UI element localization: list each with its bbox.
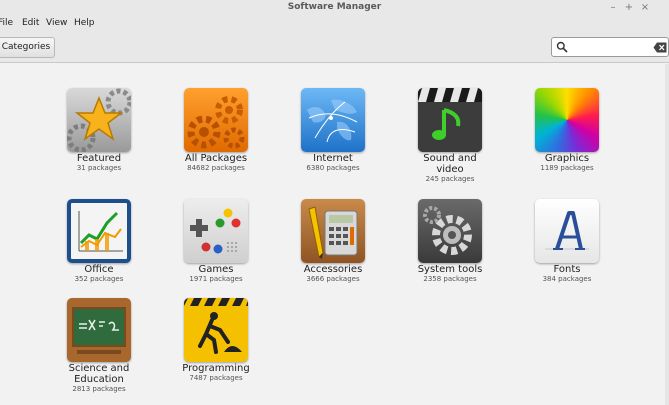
package-count: 384 packages xyxy=(542,275,592,283)
search-icon xyxy=(556,41,568,53)
minimize-icon[interactable]: – xyxy=(607,1,619,14)
gamepad-icon xyxy=(184,199,248,263)
color-wheel-icon xyxy=(535,88,599,152)
menu-file[interactable]: File xyxy=(0,18,13,28)
category-name: Games xyxy=(198,264,234,275)
category-name: Graphics xyxy=(544,153,590,164)
clear-search-icon[interactable] xyxy=(653,42,667,53)
music-icon xyxy=(418,88,482,152)
package-count: 352 packages xyxy=(74,275,124,283)
menu-view[interactable]: View xyxy=(46,18,67,28)
category-name: Internet xyxy=(313,153,353,164)
chalkboard-icon xyxy=(67,298,131,362)
search-input[interactable] xyxy=(570,40,648,54)
search-box[interactable] xyxy=(551,37,669,57)
category-name: Accessories xyxy=(303,264,363,275)
category-internet[interactable]: Internet 6380 packages xyxy=(278,88,388,173)
category-games[interactable]: Games 1971 packages xyxy=(161,199,271,284)
system-gear-icon xyxy=(418,199,482,263)
globe-icon xyxy=(301,88,365,152)
category-programming[interactable]: Programming 7487 packages xyxy=(161,298,271,383)
category-name: System tools xyxy=(417,264,483,275)
package-count: 1971 packages xyxy=(189,275,243,283)
title-bar: Software Manager – + × xyxy=(0,0,669,16)
category-featured[interactable]: Featured 31 packages xyxy=(44,88,154,173)
category-accessories[interactable]: Accessories 3666 packages xyxy=(278,199,388,284)
menu-help[interactable]: Help xyxy=(74,18,95,28)
package-count: 1189 packages xyxy=(540,164,594,172)
calculator-icon xyxy=(301,199,365,263)
close-icon[interactable]: × xyxy=(639,1,651,14)
package-count: 84682 packages xyxy=(187,164,245,172)
category-name: Office xyxy=(84,264,114,275)
gears-icon xyxy=(184,88,248,152)
package-count: 245 packages xyxy=(425,175,475,183)
categories-button[interactable]: Categories xyxy=(0,37,55,58)
category-graphics[interactable]: Graphics 1189 packages xyxy=(512,88,622,173)
category-name: Fonts xyxy=(553,264,581,275)
package-count: 6380 packages xyxy=(306,164,360,172)
menu-edit[interactable]: Edit xyxy=(22,18,39,28)
category-name: Featured xyxy=(76,153,122,164)
category-system-tools[interactable]: System tools 2358 packages xyxy=(395,199,505,284)
category-fonts[interactable]: Fonts 384 packages xyxy=(512,199,622,284)
category-sound-and-video[interactable]: Sound and video 245 packages xyxy=(395,88,505,184)
window-title: Software Manager xyxy=(287,2,382,12)
package-count: 3666 packages xyxy=(306,275,360,283)
scrollbar[interactable] xyxy=(665,64,669,405)
category-all-packages[interactable]: All Packages 84682 packages xyxy=(161,88,271,173)
category-name: All Packages xyxy=(184,153,248,164)
category-office[interactable]: Office 352 packages xyxy=(44,199,154,284)
package-count: 31 packages xyxy=(76,164,122,172)
category-name: Programming xyxy=(182,363,250,374)
category-science-and-education[interactable]: Science and Education 2813 packages xyxy=(44,298,154,394)
construction-icon xyxy=(184,298,248,362)
package-count: 7487 packages xyxy=(189,374,243,382)
category-grid: Featured 31 packages All Packages 84682 … xyxy=(0,64,669,405)
category-name: Sound and video xyxy=(423,153,477,175)
menu-bar: File Edit View Help xyxy=(0,16,669,32)
star-icon xyxy=(67,88,131,152)
category-name: Science and Education xyxy=(68,363,130,385)
chart-icon xyxy=(67,199,131,263)
package-count: 2358 packages xyxy=(423,275,477,283)
package-count: 2813 packages xyxy=(72,385,126,393)
maximize-icon[interactable]: + xyxy=(623,1,635,14)
font-icon xyxy=(535,199,599,263)
